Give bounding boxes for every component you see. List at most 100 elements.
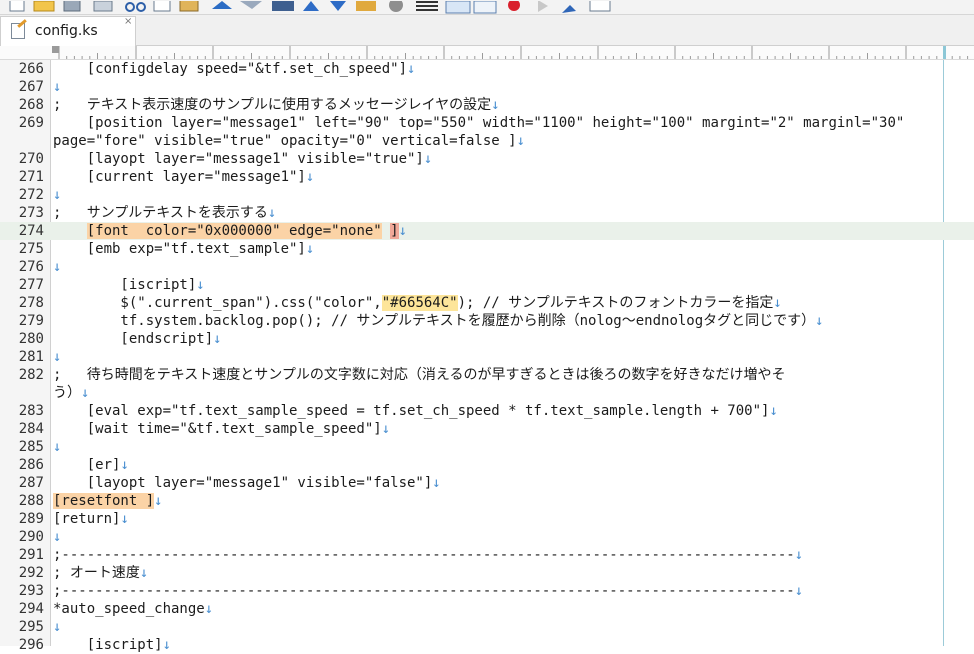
window-icon[interactable]: [589, 0, 611, 12]
line-number: 288: [18, 493, 44, 509]
wrap-icon[interactable]: [416, 1, 438, 11]
line-number: 270: [18, 151, 44, 167]
code-text: [iscript]↓: [53, 277, 205, 293]
code-line[interactable]: 296 [iscript]↓: [0, 636, 974, 654]
toolbar-icons: [9, 0, 611, 14]
code-text: ↓: [53, 259, 62, 275]
code-text: [layopt layer="message1" visible="true"]…: [53, 151, 433, 167]
code-line[interactable]: 272 ↓: [0, 186, 974, 204]
code-text: ↓: [53, 79, 62, 95]
play-icon[interactable]: [538, 0, 548, 12]
code-line[interactable]: 293 ;------------------------------------…: [0, 582, 974, 600]
ruler-caret-marker: [52, 46, 59, 53]
copy-icon[interactable]: [153, 0, 171, 12]
code-line[interactable]: 278 $(".current_span").css("color","#665…: [0, 294, 974, 312]
tab-label: config.ks: [35, 23, 98, 39]
line-number: 281: [18, 349, 44, 365]
line-number: 272: [18, 187, 44, 203]
code-line[interactable]: 270 [layopt layer="message1" visible="tr…: [0, 150, 974, 168]
code-text: [layopt layer="message1" visible="false"…: [53, 475, 441, 491]
new-file-icon[interactable]: [9, 0, 25, 12]
line-number: 280: [18, 331, 44, 347]
line-number: 269: [18, 115, 44, 131]
code-line[interactable]: 277 [iscript]↓: [0, 276, 974, 294]
code-line[interactable]: 273 ; サンプルテキストを表示する↓: [0, 204, 974, 222]
code-text: $(".current_span").css("color","#66564C"…: [53, 295, 782, 311]
code-line[interactable]: 281 ↓: [0, 348, 974, 366]
code-line[interactable]: 274 [font color="0x000000" edge="none" ]…: [0, 222, 974, 240]
line-number: 295: [18, 619, 44, 635]
redo-icon[interactable]: [240, 1, 262, 9]
code-line[interactable]: 290 ↓: [0, 528, 974, 546]
outdent-icon[interactable]: [473, 0, 497, 14]
code-line[interactable]: 275 [emb exp="tf.text_sample"]↓: [0, 240, 974, 258]
grep-icon[interactable]: [389, 0, 403, 12]
code-line[interactable]: 268 ; テキスト表示速度のサンプルに使用するメッセージレイヤの設定↓: [0, 96, 974, 114]
line-number: 287: [18, 475, 44, 491]
line-number: 267: [18, 79, 44, 95]
code-text: [endscript]↓: [53, 331, 222, 347]
find-up-icon[interactable]: [303, 1, 319, 11]
tab-close-icon[interactable]: ×: [124, 17, 132, 27]
find-icon[interactable]: [272, 0, 294, 11]
code-line[interactable]: 282 ; 待ち時間をテキスト速度とサンプルの文字数に対応（消えるのが早すぎるとき…: [0, 366, 974, 384]
line-number: 282: [18, 367, 44, 383]
code-text: [er]↓: [53, 457, 129, 473]
line-number: 293: [18, 583, 44, 599]
find-down-icon[interactable]: [330, 1, 346, 11]
line-number: 291: [18, 547, 44, 563]
code-line[interactable]: 287 [layopt layer="message1" visible="fa…: [0, 474, 974, 492]
code-text: ↓: [53, 439, 62, 455]
code-line[interactable]: 269 [position layer="message1" left="90"…: [0, 114, 974, 132]
code-line[interactable]: 291 ;------------------------------------…: [0, 546, 974, 564]
code-line[interactable]: 266 [configdelay speed="&tf.set_ch_speed…: [0, 60, 974, 78]
code-line[interactable]: 283 [eval exp="tf.text_sample_speed = tf…: [0, 402, 974, 420]
code-line[interactable]: 294 *auto_speed_change↓: [0, 600, 974, 618]
open-folder-icon[interactable]: [33, 0, 55, 12]
code-text: う）↓: [53, 385, 90, 401]
print-icon[interactable]: [93, 0, 113, 12]
code-text: ; オート速度↓: [53, 565, 149, 581]
line-number: 284: [18, 421, 44, 437]
code-line[interactable]: 271 [current layer="message1"]↓: [0, 168, 974, 186]
code-line[interactable]: 286 [er]↓: [0, 456, 974, 474]
code-text: ;---------------------------------------…: [53, 583, 804, 599]
tab-bar: config.ks ×: [0, 15, 974, 47]
code-text: ;---------------------------------------…: [53, 547, 804, 563]
pin-icon[interactable]: [562, 5, 576, 13]
save-icon[interactable]: [63, 0, 81, 12]
line-number: 296: [18, 637, 44, 653]
replace-icon[interactable]: [356, 1, 376, 11]
document-edit-icon: [11, 23, 25, 39]
code-line[interactable]: う）↓: [0, 384, 974, 402]
code-line[interactable]: 267 ↓: [0, 78, 974, 96]
record-icon[interactable]: [508, 0, 520, 11]
paste-icon[interactable]: [179, 0, 199, 12]
tab-config-ks[interactable]: config.ks ×: [0, 16, 136, 47]
indent-icon[interactable]: [445, 0, 471, 14]
line-number: 268: [18, 97, 44, 113]
code-line[interactable]: 289 [return]↓: [0, 510, 974, 528]
code-text: [emb exp="tf.text_sample"]↓: [53, 241, 315, 257]
code-line[interactable]: 285 ↓: [0, 438, 974, 456]
code-line[interactable]: 292 ; オート速度↓: [0, 564, 974, 582]
line-number: 273: [18, 205, 44, 221]
code-line[interactable]: 279 tf.system.backlog.pop(); // サンプルテキスト…: [0, 312, 974, 330]
code-text: *auto_speed_change↓: [53, 601, 214, 617]
code-line[interactable]: 295 ↓: [0, 618, 974, 636]
code-text: tf.system.backlog.pop(); // サンプルテキストを履歴か…: [53, 313, 824, 329]
undo-icon[interactable]: [212, 1, 232, 9]
code-text: ↓: [53, 619, 62, 635]
code-text: [configdelay speed="&tf.set_ch_speed"]↓: [53, 61, 416, 77]
line-number: 278: [18, 295, 44, 311]
code-line[interactable]: 284 [wait time="&tf.text_sample_speed"]↓: [0, 420, 974, 438]
code-line[interactable]: 280 [endscript]↓: [0, 330, 974, 348]
code-line[interactable]: 276 ↓: [0, 258, 974, 276]
ruler-wrap-marker: [943, 46, 946, 59]
code-line[interactable]: page="fore" visible="true" opacity="0" v…: [0, 132, 974, 150]
line-number: 290: [18, 529, 44, 545]
line-number: 294: [18, 601, 44, 617]
cut-icon[interactable]: [125, 2, 146, 12]
code-text: [position layer="message1" left="90" top…: [53, 115, 905, 131]
code-line[interactable]: 288 [resetfont ]↓: [0, 492, 974, 510]
